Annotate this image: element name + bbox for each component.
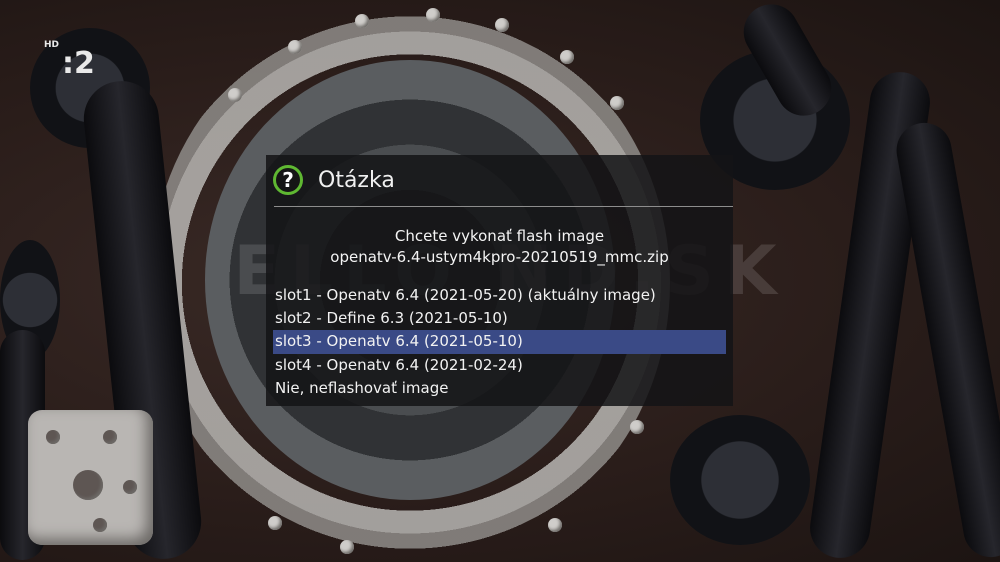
option-slot1[interactable]: slot1 - Openatv 6.4 (2021-05-20) (aktuál… bbox=[273, 284, 726, 307]
cable-bundle bbox=[892, 118, 1000, 562]
dialog-message: Chcete vykonať flash image openatv-6.4-u… bbox=[266, 226, 733, 268]
option-slot4[interactable]: slot4 - Openatv 6.4 (2021-02-24) bbox=[273, 354, 726, 377]
bolt bbox=[103, 430, 117, 444]
message-line: Chcete vykonať flash image bbox=[394, 227, 605, 245]
option-cancel[interactable]: Nie, neflashovať image bbox=[273, 377, 726, 400]
bolt bbox=[123, 480, 137, 494]
bolt bbox=[340, 540, 354, 554]
option-slot3[interactable]: slot3 - Openatv 6.4 (2021-05-10) bbox=[273, 330, 726, 354]
bolt bbox=[630, 420, 644, 434]
cable-connector bbox=[670, 415, 810, 545]
hd-badge: HD bbox=[44, 40, 60, 50]
question-dialog: ? Otázka Chcete vykonať flash image open… bbox=[266, 155, 733, 406]
bolt bbox=[548, 518, 562, 532]
bolt bbox=[426, 8, 440, 22]
header-divider bbox=[274, 206, 733, 207]
bolt bbox=[228, 88, 242, 102]
bolt bbox=[93, 518, 107, 532]
bolt bbox=[46, 430, 60, 444]
option-list: slot1 - Openatv 6.4 (2021-05-20) (aktuál… bbox=[273, 284, 726, 400]
bolt bbox=[288, 40, 302, 54]
option-slot2[interactable]: slot2 - Define 6.3 (2021-05-10) bbox=[273, 307, 726, 330]
bolt bbox=[268, 516, 282, 530]
dialog-header: ? Otázka bbox=[266, 155, 733, 207]
bolt bbox=[560, 50, 574, 64]
dialog-title: Otázka bbox=[318, 168, 395, 193]
bolt bbox=[610, 96, 624, 110]
bolt bbox=[495, 18, 509, 32]
message-filename: openatv-6.4-ustym4kpro-20210519_mmc.zip bbox=[330, 248, 669, 266]
bolt bbox=[73, 470, 103, 500]
bolt bbox=[355, 14, 369, 28]
metal-plate bbox=[28, 410, 153, 545]
question-icon: ? bbox=[273, 165, 303, 195]
channel-number: :2 bbox=[62, 46, 95, 81]
